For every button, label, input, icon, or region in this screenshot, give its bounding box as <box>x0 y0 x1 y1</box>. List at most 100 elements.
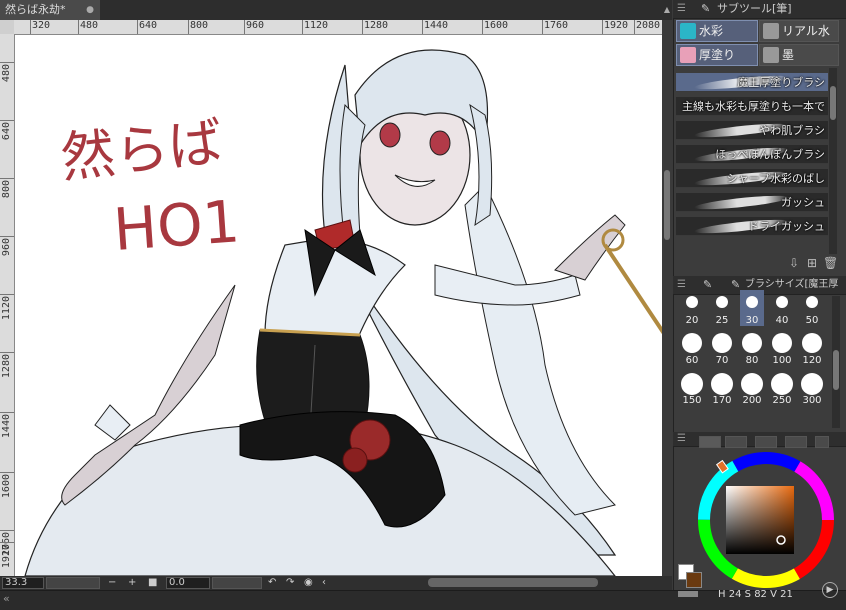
subtool-group-button[interactable]: 厚塗り <box>676 44 758 66</box>
brush-size-option[interactable]: 170 <box>710 370 734 406</box>
subtool-group-label: 墨 <box>782 48 795 62</box>
thick-paint-icon <box>680 47 696 63</box>
zoom-slider[interactable] <box>46 577 100 589</box>
panel-menu-icon[interactable]: ☰ <box>677 0 686 18</box>
copy-subtool-icon[interactable]: ⇩ <box>787 256 801 270</box>
transparent-color-swatch[interactable] <box>678 591 698 597</box>
brush-list-item[interactable]: シャープ水彩のばし <box>676 169 828 188</box>
brush-list-scroll-thumb[interactable] <box>830 86 836 120</box>
brush-size-option[interactable]: 60 <box>680 330 704 366</box>
brush-size-scroll-thumb[interactable] <box>833 350 839 390</box>
hue-icon: H <box>718 589 726 600</box>
brush-list-item[interactable]: 魔王厚塗りブラシ <box>676 73 828 92</box>
subtool-group-button[interactable]: リアル水彩 <box>759 20 839 58</box>
brush-size-dot <box>742 333 762 353</box>
brush-size-dot <box>682 333 702 353</box>
brush-name: 主線も水彩も厚塗りも一本で <box>682 100 825 113</box>
document-tab[interactable]: 然らば永劫* ● <box>0 0 100 20</box>
ruler-top-label: 1440 <box>424 20 449 31</box>
brush-size-option[interactable]: 50 <box>800 290 824 326</box>
collapse-panel-icon[interactable]: « <box>3 590 10 608</box>
brush-size-option[interactable]: 40 <box>770 290 794 326</box>
brush-size-value: 120 <box>802 355 822 366</box>
main-color-swatch[interactable] <box>686 572 702 588</box>
ruler-left-label: 960 <box>1 238 12 257</box>
brush-size-option[interactable]: 200 <box>740 370 764 406</box>
canvas-vertical-scrollbar[interactable] <box>662 20 672 576</box>
brush-size-option[interactable]: 70 <box>710 330 734 366</box>
value-icon: V <box>770 589 777 600</box>
scroll-left-arrow-icon[interactable]: ‹ <box>322 576 326 590</box>
canvas-vertical-scroll-thumb[interactable] <box>664 170 670 240</box>
ruler-left-label: 1440 <box>1 414 12 439</box>
approximate-color-tab-icon[interactable] <box>785 436 807 448</box>
subtool-group-button[interactable]: 水彩 <box>676 20 758 42</box>
ruler-top-label: 1600 <box>484 20 509 31</box>
brush-size-value: 250 <box>772 395 792 406</box>
rotate-left-icon[interactable]: ↶ <box>268 576 276 590</box>
vertical-ruler[interactable]: 480 640 800 960 1120 1280 1440 1600 1760 1920 <box>0 34 15 576</box>
reset-rotation-icon[interactable]: ◉ <box>304 576 313 590</box>
handwritten-text-line2: HO1 <box>111 187 242 264</box>
brush-size-option[interactable]: 250 <box>770 370 794 406</box>
intermediate-color-tab-icon[interactable] <box>755 436 777 448</box>
color-panel-menu-icon[interactable]: ☰ <box>677 432 686 446</box>
brush-list-item[interactable]: ドライガッシュ <box>676 217 828 236</box>
brush-size-option[interactable]: 20 <box>680 290 704 326</box>
brush-size-value: 60 <box>685 355 699 366</box>
color-set-tab-icon[interactable] <box>725 436 747 448</box>
brush-size-value: 20 <box>685 315 699 326</box>
illustration: 然らば HO1 <box>24 49 662 576</box>
rotate-right-icon[interactable]: ↷ <box>286 576 294 590</box>
brush-size-dot <box>802 333 822 353</box>
ruler-tick <box>602 20 603 34</box>
brush-size-option[interactable]: 100 <box>770 330 794 366</box>
scroll-up-arrow-icon[interactable]: ▲ <box>662 0 672 20</box>
zoom-in-button[interactable]: + <box>128 576 136 590</box>
drawing-canvas[interactable]: 然らば HO1 <box>15 35 662 576</box>
brush-size-option[interactable]: 120 <box>800 330 824 366</box>
subtool-group-label: 厚塗り <box>699 48 736 62</box>
brush-size-value: 100 <box>772 355 792 366</box>
brush-size-option[interactable]: 25 <box>710 290 734 326</box>
rotation-field[interactable]: 0.0 <box>166 577 210 589</box>
ruler-top-label: 640 <box>139 20 158 31</box>
left-eye <box>379 122 401 148</box>
color-play-icon[interactable]: ▶ <box>822 582 838 598</box>
brush-list-item[interactable]: ほっぺぽんぽんブラシ <box>676 145 828 164</box>
saturation-icon: S <box>744 589 751 600</box>
close-tab-icon[interactable]: ● <box>86 0 94 20</box>
horizontal-ruler[interactable]: 320 480 640 800 960 1120 1280 1440 1600 1760 1920 2… <box>14 20 662 35</box>
ruler-top-label: 1920 <box>604 20 629 31</box>
fit-screen-icon[interactable]: ■ <box>148 576 157 590</box>
brush-name: ほっぺぽんぽんブラシ <box>715 148 825 161</box>
brush-size-dot <box>711 373 733 395</box>
ruler-tick <box>0 120 14 121</box>
brush-list-item[interactable]: やわ肌ブラシ <box>676 121 828 140</box>
brush-name: シャープ水彩のばし <box>726 172 825 185</box>
ruler-tick <box>0 542 14 543</box>
brush-size-option[interactable]: 150 <box>680 370 704 406</box>
canvas-horizontal-scroll-thumb[interactable] <box>428 578 598 587</box>
brush-name: ドライガッシュ <box>748 220 825 233</box>
zoom-out-button[interactable]: − <box>108 576 116 590</box>
saturation-value: 82 <box>754 589 767 600</box>
brush-size-option[interactable]: 300 <box>800 370 824 406</box>
color-wheel-tab-icon[interactable] <box>699 436 721 448</box>
color-wheel[interactable] <box>696 450 836 590</box>
brush-list-item[interactable]: 主線も水彩も厚塗りも一本で <box>676 97 828 116</box>
color-history-tab-icon[interactable] <box>815 436 829 448</box>
ruler-tick <box>422 20 423 34</box>
delete-subtool-icon[interactable]: 🗑 <box>823 256 838 270</box>
brush-name: 魔王厚塗りブラシ <box>737 76 825 89</box>
subtool-group-button[interactable]: 墨 <box>759 44 839 66</box>
ruler-tick <box>30 20 31 34</box>
brush-size-option[interactable]: 30 <box>740 290 764 326</box>
new-subtool-icon[interactable]: ⊞ <box>805 256 819 270</box>
brush-list-item[interactable]: ガッシュ <box>676 193 828 212</box>
rotation-slider[interactable] <box>212 577 262 589</box>
brush-size-option[interactable]: 80 <box>740 330 764 366</box>
zoom-field[interactable]: 33.3 <box>2 577 44 589</box>
brush-size-dot <box>686 296 698 308</box>
ruler-left-label: 640 <box>1 122 12 141</box>
